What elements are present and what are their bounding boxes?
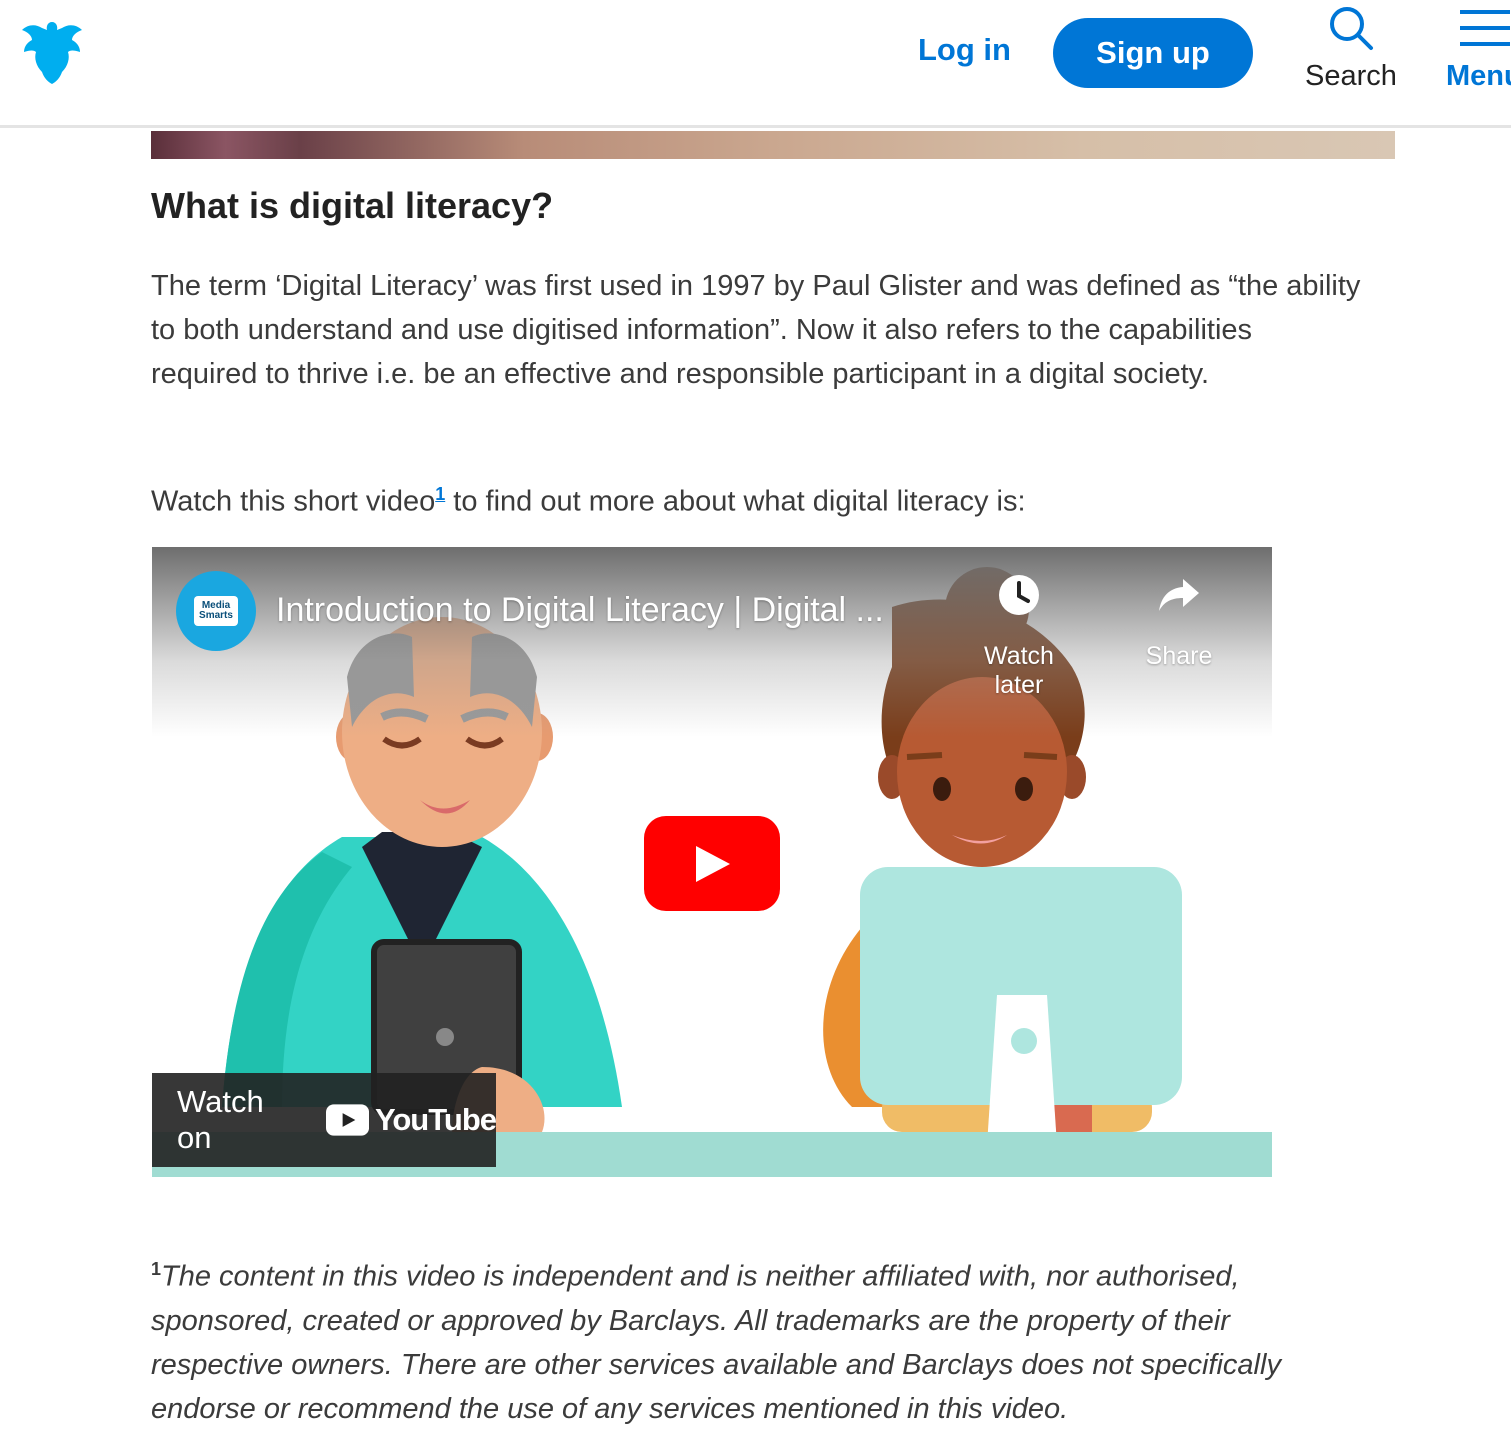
youtube-wordmark: YouTube	[375, 1102, 497, 1137]
video-title-overlay	[152, 547, 1272, 737]
barclays-eagle-logo[interactable]	[20, 18, 84, 86]
search-icon	[1330, 7, 1373, 50]
intro-paragraph: The term ‘Digital Literacy’ was first us…	[151, 270, 1361, 390]
share-arrow-icon	[1159, 579, 1199, 611]
watch-on-label: Watch on	[177, 1084, 264, 1155]
play-button[interactable]	[644, 816, 780, 911]
login-link[interactable]: Log in	[918, 32, 1011, 68]
watch-on-youtube-button[interactable]: Watch on YouTube	[152, 1073, 497, 1167]
hero-image	[151, 131, 1395, 159]
menu-button[interactable]: Menu	[1446, 8, 1511, 108]
video-intro-prefix: Watch this short video	[151, 485, 436, 518]
watch-later-button[interactable]: Watch later	[964, 573, 1074, 700]
hamburger-icon	[1460, 10, 1510, 46]
section-heading: What is digital literacy?	[151, 185, 554, 226]
channel-avatar-text: Media Smarts	[194, 596, 238, 626]
clock-icon	[999, 575, 1039, 615]
footnote-text: The content in this video is independent…	[151, 1260, 1281, 1425]
signup-button[interactable]: Sign up	[1053, 18, 1253, 88]
youtube-logo-icon	[325, 1104, 369, 1136]
share-label: Share	[1145, 642, 1213, 670]
video-intro-suffix: to find out more about what digital lite…	[445, 485, 1026, 518]
menu-label: Menu	[1446, 60, 1511, 92]
video-intro-line: Watch this short video1 to find out more…	[151, 472, 1026, 524]
footnote-link[interactable]: 1	[435, 484, 445, 504]
youtube-embed[interactable]: Media Smarts Introduction to Digital Lit…	[152, 547, 1272, 1177]
search-button[interactable]: Search	[1296, 4, 1406, 104]
video-title[interactable]: Introduction to Digital Literacy | Digit…	[276, 591, 884, 630]
watch-later-label: Watch later	[984, 642, 1054, 699]
search-label: Search	[1305, 60, 1397, 92]
share-button[interactable]: Share	[1124, 573, 1234, 671]
video-disclaimer-footnote: 1The content in this video is independen…	[151, 1247, 1321, 1431]
channel-avatar[interactable]: Media Smarts	[176, 571, 256, 651]
footnote-marker: 1	[151, 1259, 162, 1279]
play-icon	[696, 845, 730, 882]
site-header: Log in Sign up Search Menu	[0, 0, 1511, 128]
